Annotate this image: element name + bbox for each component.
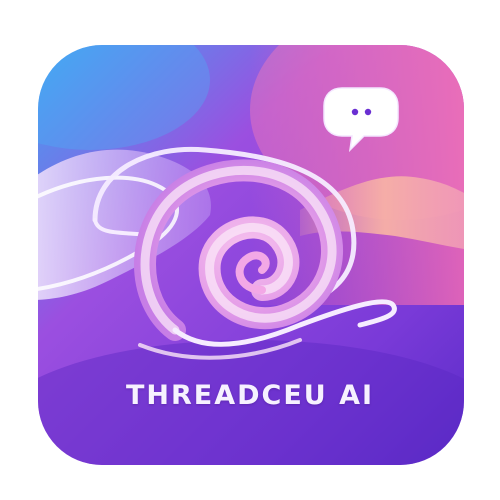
app-icon-canvas: THREADCEU AI xyxy=(0,0,500,500)
rounded-square-icon xyxy=(38,45,464,465)
app-icon xyxy=(38,45,464,465)
